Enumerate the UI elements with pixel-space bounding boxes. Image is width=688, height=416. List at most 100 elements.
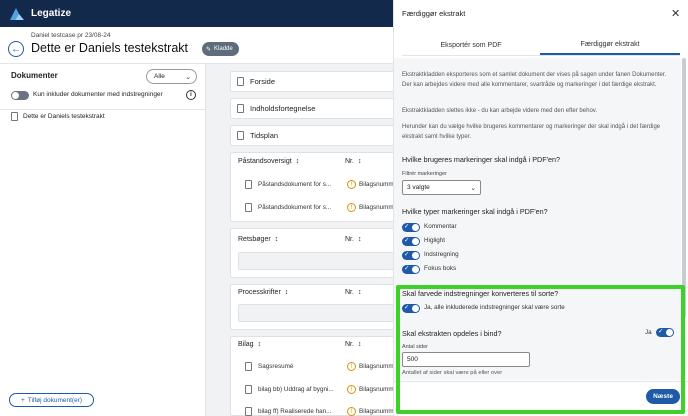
plus-icon: + bbox=[20, 396, 25, 404]
file-icon bbox=[245, 180, 252, 189]
pages-input-value: 500 bbox=[407, 356, 418, 363]
include-strikethrough-toggle[interactable] bbox=[11, 91, 29, 100]
sort-icon: ↕ bbox=[357, 289, 362, 296]
toggle-indstregning[interactable]: ✓ bbox=[402, 251, 420, 260]
toggle-highlight[interactable]: ✓ bbox=[402, 237, 420, 246]
chevron-down-icon: ⌄ bbox=[185, 73, 191, 81]
section-header[interactable]: Påstandsoversigt ↕ bbox=[238, 158, 299, 165]
section-forside[interactable]: Forside bbox=[230, 71, 400, 92]
sort-icon: ↕ bbox=[295, 158, 300, 165]
documents-filter-select[interactable]: Alle ⌄ bbox=[146, 69, 197, 84]
sort-icon: ↕ bbox=[284, 289, 289, 296]
question-users: Hvilke brugeres markeringer skal indgå i… bbox=[402, 155, 560, 164]
section-forside-label: Forside bbox=[250, 77, 276, 86]
section-indholdsfortegnelse[interactable]: Indholdsfortegnelse bbox=[230, 98, 400, 119]
row-nr[interactable]: ! Bilagsnumm bbox=[347, 385, 394, 394]
file-icon bbox=[245, 203, 252, 212]
table-row[interactable]: bilag bb) Uddrag af bygni... bbox=[245, 385, 334, 394]
split-yes-label: Ja bbox=[645, 329, 652, 336]
close-icon[interactable]: ✕ bbox=[671, 7, 680, 20]
question-split: Skal ekstrakten opdeles i bind? bbox=[402, 329, 502, 338]
question-convert: Skal farvede indstregninger konverteres … bbox=[402, 289, 559, 298]
toggle-convert-black[interactable]: ✓ bbox=[402, 304, 420, 313]
pages-label: Antal sider bbox=[402, 344, 428, 350]
section-bilag: Bilag ↕ Nr. ↕ Sagsresumé ! Bilagsnumm bi… bbox=[230, 336, 400, 416]
info-icon[interactable]: i bbox=[186, 90, 196, 100]
row-nr[interactable]: ! Bilagsnumm bbox=[347, 407, 394, 416]
chevron-down-icon: ⌄ bbox=[470, 184, 476, 192]
page-header: Daniel testcase pr 23/08-24 ← Dette er D… bbox=[0, 27, 393, 64]
toggle-kommentar[interactable]: ✓ bbox=[402, 223, 420, 232]
section-header[interactable]: Processkrifter ↕ bbox=[238, 289, 288, 296]
row-nr[interactable]: ! Bilagsnumm bbox=[347, 362, 394, 371]
row-nr-value: Bilagsnumm bbox=[359, 181, 394, 188]
status-badge[interactable]: ✎ Kladde bbox=[202, 42, 239, 56]
row-nr-value: Bilagsnumm bbox=[359, 363, 394, 370]
filter-label: Filtrér markeringer bbox=[402, 171, 447, 177]
markings-filter-select[interactable]: 3 valgte ⌄ bbox=[402, 180, 481, 195]
nr-column-header[interactable]: Nr. ↕ bbox=[345, 236, 361, 243]
table-row[interactable]: bilag ff) Realiserede han... bbox=[245, 407, 331, 416]
breadcrumb[interactable]: Daniel testcase pr 23/08-24 bbox=[31, 32, 111, 39]
sort-icon: ↕ bbox=[357, 341, 362, 348]
section-processkrifter: Processkrifter ↕ Nr. ↕ bbox=[230, 284, 400, 330]
intro-text: Ekstraktkladden slettes ikke - du kan ar… bbox=[402, 108, 597, 114]
finalize-drawer: Færdiggør ekstrakt ✕ Eksportér som PDF F… bbox=[393, 0, 688, 416]
nr-column-header[interactable]: Nr. ↕ bbox=[345, 341, 361, 348]
scrollbar[interactable] bbox=[682, 58, 686, 318]
app-name: Legatize bbox=[31, 8, 72, 19]
nr-column-header[interactable]: Nr. ↕ bbox=[345, 289, 361, 296]
back-button[interactable]: ← bbox=[8, 41, 24, 57]
dropzone[interactable] bbox=[238, 252, 398, 270]
section-header[interactable]: Bilag ↕ bbox=[238, 341, 261, 348]
dropzone[interactable] bbox=[238, 304, 398, 322]
intro-text: Herunder kan du vælge hvilke brugeres ko… bbox=[402, 124, 661, 140]
intro-text: Ekstraktkladden eksporteres som et samle… bbox=[402, 72, 667, 88]
nr-column-header[interactable]: Nr. ↕ bbox=[345, 158, 361, 165]
next-button[interactable]: Næste bbox=[646, 389, 680, 404]
row-nr-value: Bilagsnumm bbox=[359, 204, 394, 211]
top-bar: Legatize bbox=[0, 0, 393, 27]
row-name: bilag ff) Realiserede han... bbox=[258, 408, 332, 415]
warning-icon: ! bbox=[347, 180, 356, 189]
toggle-split-volumes[interactable]: ✓ bbox=[656, 328, 674, 337]
table-row[interactable]: Påstandsdokument for s... bbox=[245, 180, 331, 189]
row-nr[interactable]: ! Bilagsnumm bbox=[347, 203, 394, 212]
documents-title: Dokumenter bbox=[11, 71, 58, 80]
section-retsboger: Retsbøger ↕ Nr. ↕ bbox=[230, 228, 400, 278]
toggle-fokus-boks[interactable]: ✓ bbox=[402, 265, 420, 274]
add-document-label: Tilføj dokument(er) bbox=[27, 396, 83, 404]
list-item[interactable]: Dette er Daniels testekstrakt bbox=[11, 112, 105, 121]
file-icon bbox=[237, 131, 244, 140]
warning-icon: ! bbox=[347, 362, 356, 371]
file-icon bbox=[11, 112, 18, 121]
status-badge-label: Kladde bbox=[214, 46, 233, 52]
file-icon bbox=[245, 385, 252, 394]
add-document-button[interactable]: + Tilføj dokument(er) bbox=[9, 393, 94, 407]
section-tidsplan-label: Tidsplan bbox=[250, 131, 279, 140]
section-title: Bilag bbox=[238, 341, 254, 348]
nr-label: Nr. bbox=[345, 341, 354, 348]
documents-panel: Dokumenter Alle ⌄ Kun inkluder dokumente… bbox=[0, 64, 206, 416]
tab-export-pdf[interactable]: Eksportér som PDF bbox=[402, 35, 540, 55]
nr-label: Nr. bbox=[345, 158, 354, 165]
page-title: Dette er Daniels testekstrakt bbox=[31, 41, 189, 55]
section-tidsplan[interactable]: Tidsplan bbox=[230, 125, 400, 146]
pages-input[interactable]: 500 bbox=[402, 352, 530, 367]
file-icon bbox=[245, 362, 252, 371]
table-row[interactable]: Påstandsdokument for s... bbox=[245, 203, 331, 212]
drawer-content: Ekstraktkladden eksporteres som et samle… bbox=[394, 58, 681, 380]
question-types: Hvilke typer markeringer skal indgå i PD… bbox=[402, 207, 548, 216]
nr-label: Nr. bbox=[345, 236, 354, 243]
row-name: Sagsresumé bbox=[258, 363, 294, 370]
table-row[interactable]: Sagsresumé bbox=[245, 362, 293, 371]
documents-filter-value: Alle bbox=[154, 73, 165, 80]
row-name: Påstandsdokument for s... bbox=[258, 204, 332, 211]
row-name: bilag bb) Uddrag af bygni... bbox=[258, 386, 334, 393]
sort-icon: ↕ bbox=[257, 341, 262, 348]
row-nr[interactable]: ! Bilagsnumm bbox=[347, 180, 394, 189]
warning-icon: ! bbox=[347, 407, 356, 416]
tab-finalize[interactable]: Færdiggør ekstrakt bbox=[540, 35, 680, 55]
arrow-left-icon: ← bbox=[11, 43, 21, 55]
section-header[interactable]: Retsbøger ↕ bbox=[238, 236, 278, 243]
